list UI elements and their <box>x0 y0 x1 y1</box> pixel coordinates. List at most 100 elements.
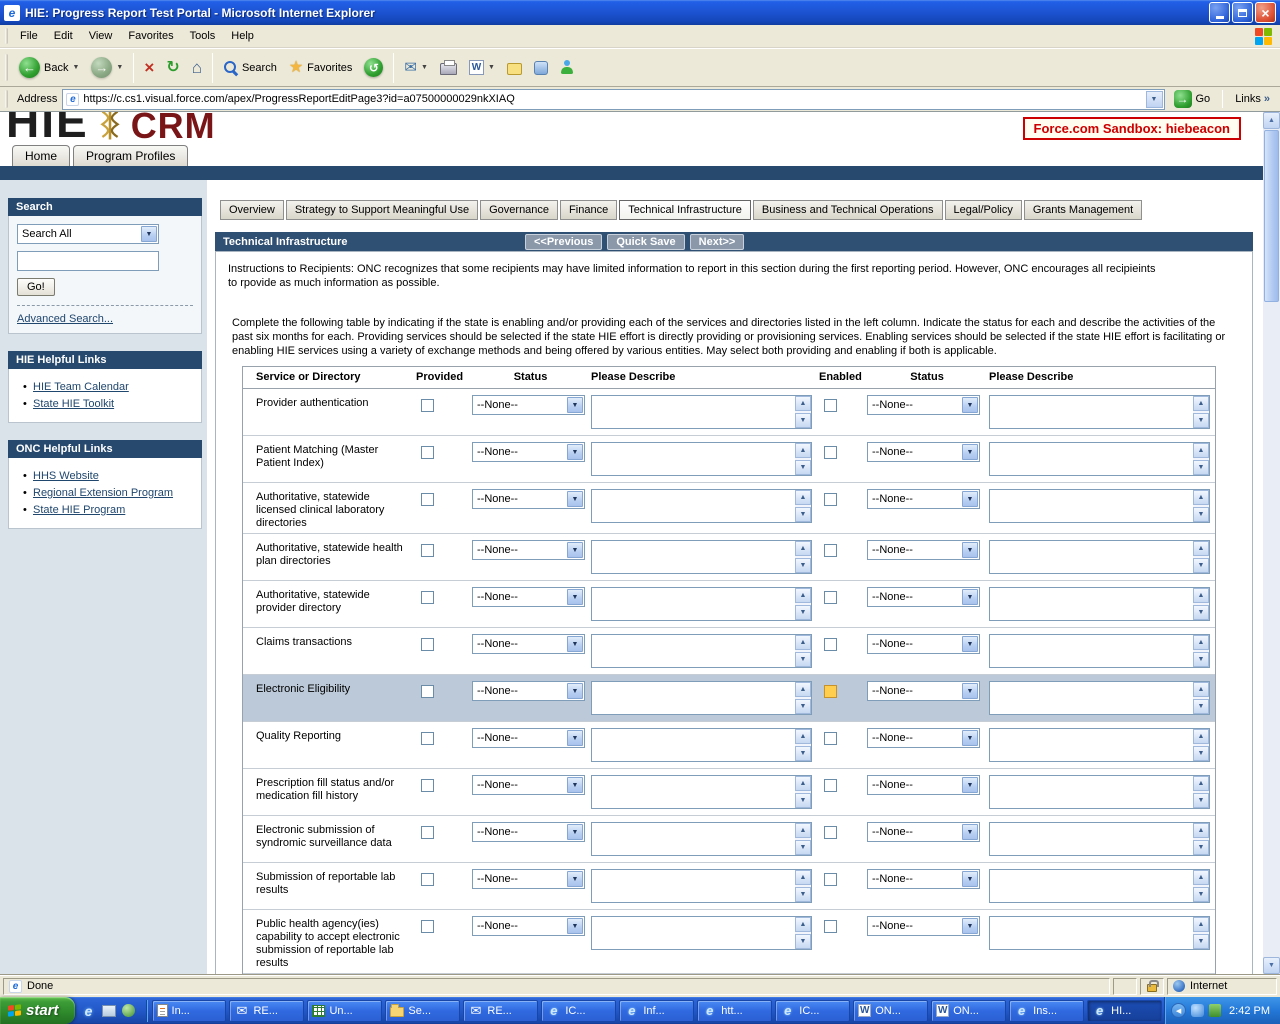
minimize-button[interactable] <box>1209 2 1230 23</box>
enabled-status-select[interactable]: --None--▼ <box>867 489 980 509</box>
address-input[interactable]: e https://c.cs1.visual.force.com/apex/Pr… <box>62 89 1164 110</box>
state-hie-program-link[interactable]: State HIE Program <box>33 504 125 516</box>
taskbar-button[interactable]: ✉RE... <box>463 1000 538 1022</box>
taskbar-button[interactable]: eIC... <box>775 1000 850 1022</box>
provided-checkbox[interactable] <box>421 826 434 839</box>
go-button[interactable]: → Go <box>1170 89 1215 109</box>
scroll-down-icon[interactable]: ▼ <box>795 699 811 714</box>
textarea-scrollbar[interactable]: ▲▼ <box>795 396 811 428</box>
menu-favorites[interactable]: Favorites <box>120 27 181 45</box>
menu-edit[interactable]: Edit <box>46 27 81 45</box>
nav-tab-program-profiles[interactable]: Program Profiles <box>73 145 188 166</box>
taskbar-button[interactable]: eIns... <box>1009 1000 1084 1022</box>
taskbar-button[interactable]: Se... <box>385 1000 460 1022</box>
edit-dropdown-icon[interactable]: ▼ <box>488 64 495 71</box>
scroll-down-icon[interactable]: ▼ <box>1193 413 1209 428</box>
window-titlebar[interactable]: e HIE: Progress Report Test Portal - Mic… <box>0 0 1280 25</box>
close-button[interactable]: × <box>1255 2 1276 23</box>
provided-describe-textarea[interactable]: ▲▼ <box>591 916 812 950</box>
quick-launch-app-icon[interactable] <box>121 1003 137 1019</box>
scroll-down-icon[interactable]: ▼ <box>1193 934 1209 949</box>
forward-button[interactable]: → ▼ <box>86 54 128 81</box>
textarea-scrollbar[interactable]: ▲▼ <box>795 635 811 667</box>
scroll-up-icon[interactable]: ▲ <box>795 823 811 838</box>
provided-checkbox[interactable] <box>421 685 434 698</box>
enabled-checkbox[interactable] <box>824 591 837 604</box>
scroll-up-icon[interactable]: ▲ <box>795 729 811 744</box>
provided-status-select[interactable]: --None--▼ <box>472 489 585 509</box>
scroll-down-icon[interactable]: ▼ <box>795 605 811 620</box>
scroll-up-icon[interactable]: ▲ <box>1193 635 1209 650</box>
refresh-button[interactable]: ↻ <box>161 57 184 79</box>
chevron-down-icon[interactable]: ▼ <box>962 918 978 934</box>
enabled-status-select[interactable]: --None--▼ <box>867 395 980 415</box>
scroll-up-icon[interactable]: ▲ <box>1193 729 1209 744</box>
textarea-scrollbar[interactable]: ▲▼ <box>795 588 811 620</box>
enabled-status-select[interactable]: --None--▼ <box>867 916 980 936</box>
content-tab-grants-management[interactable]: Grants Management <box>1024 200 1142 220</box>
textarea-scrollbar[interactable]: ▲▼ <box>1193 917 1209 949</box>
textarea-scrollbar[interactable]: ▲▼ <box>1193 541 1209 573</box>
chevron-down-icon[interactable]: ▼ <box>567 683 583 699</box>
enabled-checkbox[interactable] <box>824 638 837 651</box>
content-tab-finance[interactable]: Finance <box>560 200 617 220</box>
scroll-up-icon[interactable]: ▲ <box>795 682 811 697</box>
chevron-down-icon[interactable]: ▼ <box>962 871 978 887</box>
taskbar-button[interactable]: eIC... <box>541 1000 616 1022</box>
provided-describe-textarea[interactable]: ▲▼ <box>591 869 812 903</box>
advanced-search-link[interactable]: Advanced Search... <box>17 313 113 325</box>
show-desktop-icon[interactable] <box>101 1003 117 1019</box>
mail-button[interactable]: ✉ ▼ <box>399 57 433 78</box>
vertical-scrollbar[interactable]: ▲ ▼ <box>1263 112 1280 974</box>
provided-checkbox[interactable] <box>421 544 434 557</box>
address-dropdown-icon[interactable]: ▼ <box>1146 91 1163 108</box>
taskbar-button[interactable]: WON... <box>931 1000 1006 1022</box>
content-tab-overview[interactable]: Overview <box>220 200 284 220</box>
textarea-scrollbar[interactable]: ▲▼ <box>1193 490 1209 522</box>
scroll-up-icon[interactable]: ▲ <box>795 635 811 650</box>
links-toolbar[interactable]: Links » <box>1231 93 1274 105</box>
scroll-down-icon[interactable]: ▼ <box>1193 887 1209 902</box>
chevron-down-icon[interactable]: ▼ <box>567 730 583 746</box>
forward-dropdown-icon[interactable]: ▼ <box>116 64 123 71</box>
chevron-down-icon[interactable]: ▼ <box>567 444 583 460</box>
scroll-up-icon[interactable]: ▲ <box>1193 682 1209 697</box>
regional-extension-program-link[interactable]: Regional Extension Program <box>33 487 173 499</box>
chevron-down-icon[interactable]: ▼ <box>962 824 978 840</box>
scroll-down-icon[interactable]: ▼ <box>795 746 811 761</box>
chevron-down-icon[interactable]: ▼ <box>567 918 583 934</box>
textarea-scrollbar[interactable]: ▲▼ <box>1193 682 1209 714</box>
enabled-checkbox[interactable] <box>824 446 837 459</box>
scroll-up-icon[interactable]: ▲ <box>1193 823 1209 838</box>
scroll-down-icon[interactable]: ▼ <box>795 460 811 475</box>
provided-describe-textarea[interactable]: ▲▼ <box>591 442 812 476</box>
maximize-button[interactable] <box>1232 2 1253 23</box>
taskbar-button[interactable]: eInf... <box>619 1000 694 1022</box>
enabled-checkbox[interactable] <box>824 826 837 839</box>
scroll-up-icon[interactable]: ▲ <box>795 490 811 505</box>
enabled-status-select[interactable]: --None--▼ <box>867 728 980 748</box>
textarea-scrollbar[interactable]: ▲▼ <box>795 490 811 522</box>
quick-launch-ie-icon[interactable]: e <box>81 1003 97 1019</box>
stop-button[interactable]: × <box>139 56 159 79</box>
enabled-status-select[interactable]: --None--▼ <box>867 775 980 795</box>
textarea-scrollbar[interactable]: ▲▼ <box>795 682 811 714</box>
favorites-button[interactable]: ★ Favorites <box>284 57 358 79</box>
messenger-button[interactable] <box>555 57 579 78</box>
scroll-down-icon[interactable]: ▼ <box>795 793 811 808</box>
taskbar-button[interactable]: Un... <box>307 1000 382 1022</box>
chevron-down-icon[interactable]: ▼ <box>141 226 157 242</box>
enabled-describe-textarea[interactable]: ▲▼ <box>989 681 1210 715</box>
chevron-down-icon[interactable]: ▼ <box>567 542 583 558</box>
toolbar-grip[interactable] <box>5 54 8 81</box>
content-tab-legal-policy[interactable]: Legal/Policy <box>945 200 1022 220</box>
provided-describe-textarea[interactable]: ▲▼ <box>591 587 812 621</box>
textarea-scrollbar[interactable]: ▲▼ <box>1193 823 1209 855</box>
previous-button[interactable]: <<Previous <box>525 234 602 250</box>
chevron-down-icon[interactable]: ▼ <box>962 777 978 793</box>
scroll-up-icon[interactable]: ▲ <box>1193 776 1209 791</box>
chevron-down-icon[interactable]: ▼ <box>567 871 583 887</box>
chevron-down-icon[interactable]: ▼ <box>962 730 978 746</box>
tray-collapse-icon[interactable]: ◀ <box>1171 1003 1186 1018</box>
scroll-up-icon[interactable]: ▲ <box>795 776 811 791</box>
